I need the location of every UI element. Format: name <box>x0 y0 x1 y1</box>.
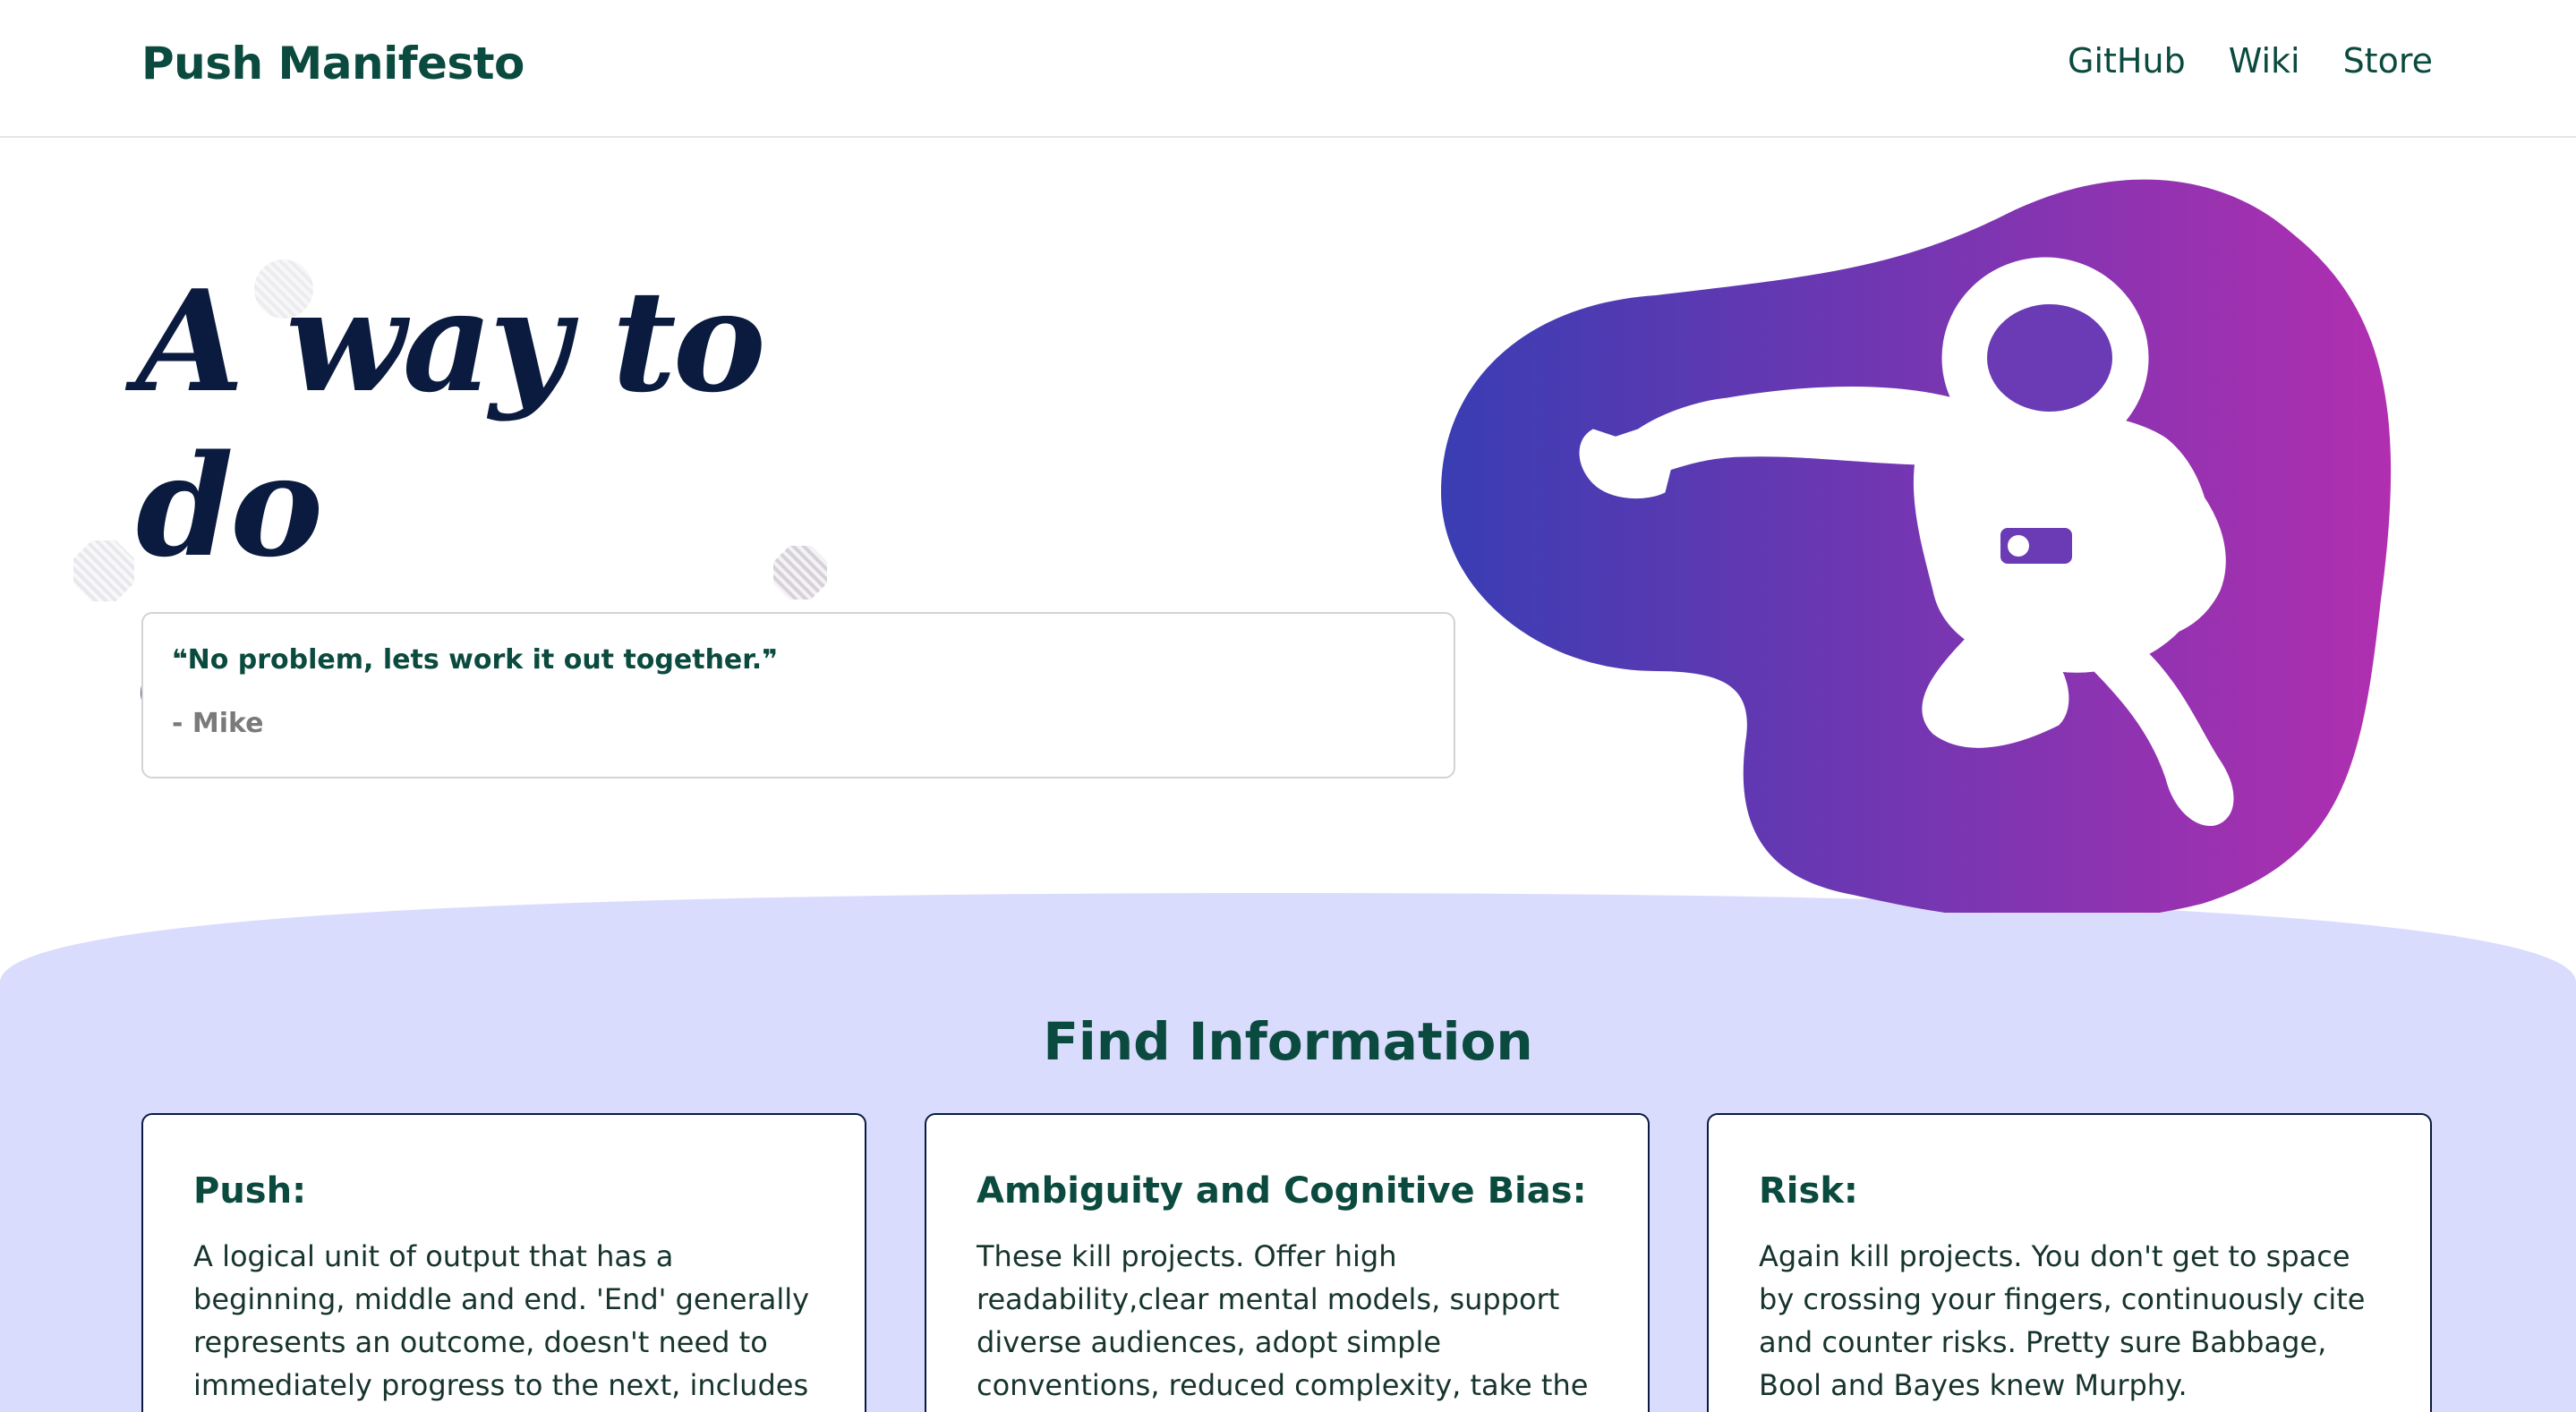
card-heading: Ambiguity and Cognitive Bias: <box>977 1170 1587 1212</box>
astronaut-illustration <box>1441 179 2392 913</box>
main-nav: GitHub Wiki Store <box>2068 41 2433 81</box>
hero-title-line1: A way to do <box>136 259 766 588</box>
nav-link-store[interactable]: Store <box>2343 41 2433 81</box>
quote-text: ❝No problem, lets work it out together.❞ <box>172 644 778 676</box>
nav-link-wiki[interactable]: Wiki <box>2229 41 2300 81</box>
helmet-visor <box>1987 304 2112 412</box>
gradient-blob <box>1441 179 2392 913</box>
card-body: Again kill projects. You don't get to sp… <box>1759 1239 2366 1402</box>
quote-author: - Mike <box>172 708 264 739</box>
quote-card: ❝No problem, lets work it out together.❞… <box>141 612 1455 778</box>
card-heading: Push: <box>193 1170 307 1212</box>
card-heading: Risk: <box>1759 1170 1858 1212</box>
nav-link-github[interactable]: GitHub <box>2068 41 2186 81</box>
brand-logo[interactable]: Push Manifesto <box>141 38 525 89</box>
info-card-push: Push: A logical unit of output that has … <box>141 1113 866 1412</box>
top-navbar: Push Manifesto GitHub Wiki Store <box>0 0 2576 138</box>
card-body: A logical unit of output that has a begi… <box>193 1239 810 1412</box>
card-body: These kill projects. Offer high readabil… <box>977 1239 1589 1412</box>
info-card-risk: Risk: Again kill projects. You don't get… <box>1707 1113 2432 1412</box>
decorative-octagon <box>73 540 134 601</box>
section-title: Find Information <box>1043 1011 1533 1072</box>
info-card-ambiguity: Ambiguity and Cognitive Bias: These kill… <box>925 1113 1650 1412</box>
